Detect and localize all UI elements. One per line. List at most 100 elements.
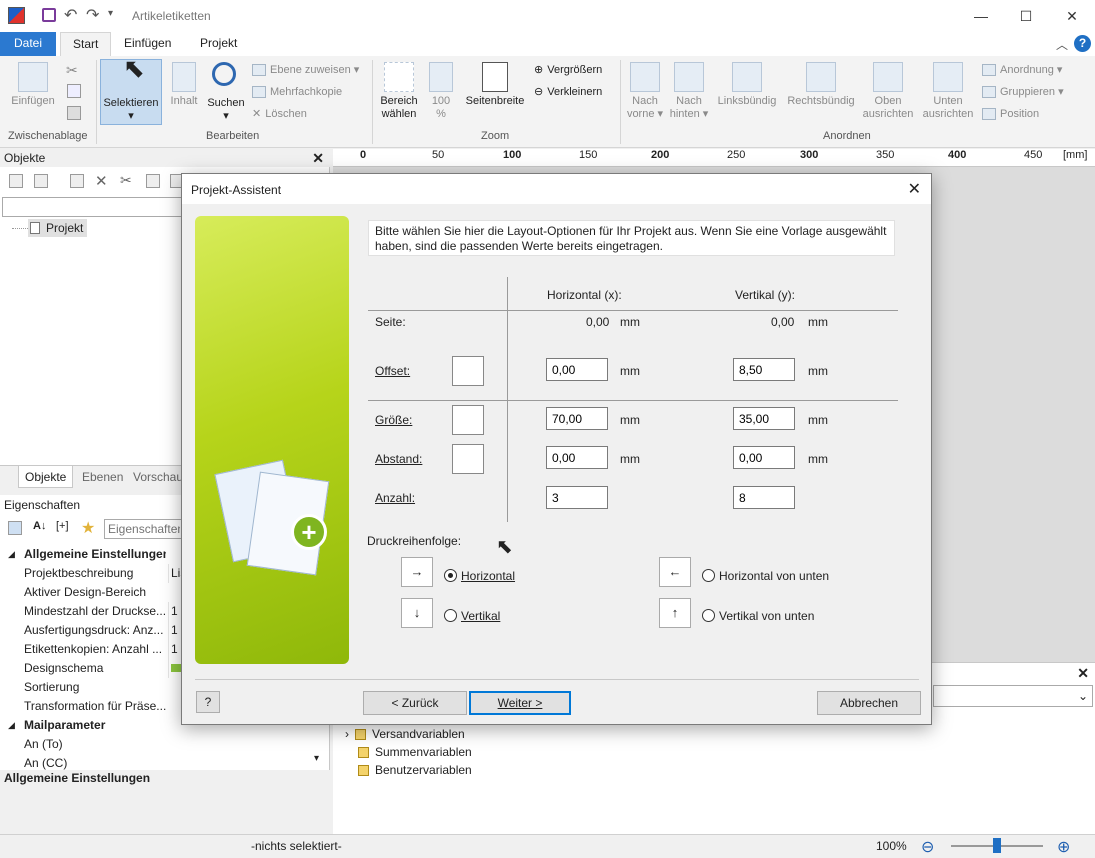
tab-projekt[interactable]: Projekt [188, 32, 249, 56]
groesse-x-input[interactable] [546, 407, 608, 430]
ruler-label: 400 [948, 149, 967, 161]
assign-layer-button[interactable]: Ebene zuweisen ▾ [252, 60, 359, 80]
abstand-x-input[interactable] [546, 446, 608, 469]
send-back-button[interactable]: Nach hinten ▾ [668, 62, 710, 121]
favorite-icon[interactable]: ★ [81, 518, 95, 538]
scroll-down-icon[interactable]: ▾ [314, 753, 319, 764]
align-left-button[interactable]: Linksbündig [714, 62, 780, 108]
multi-copy-button[interactable]: Mehrfachkopie [252, 82, 342, 102]
zoom-in-icon[interactable]: ⊕ [1057, 837, 1070, 857]
unit-label: mm [620, 413, 640, 427]
align-bottom-button[interactable]: Unten ausrichten [918, 62, 978, 121]
align-top-button[interactable]: Oben ausrichten [860, 62, 916, 121]
delete-icon[interactable]: ✕ [95, 172, 108, 190]
unit-label: mm [808, 315, 828, 329]
tab-start[interactable]: Start [60, 32, 112, 56]
align-left-icon [732, 62, 762, 92]
zoom-out-icon[interactable]: ⊖ [921, 837, 934, 857]
offset-y-input[interactable] [733, 358, 795, 381]
tool-icon-3[interactable] [70, 174, 84, 188]
minimize-button[interactable]: — [958, 0, 1004, 32]
close-variables-icon[interactable]: ✕ [1077, 665, 1089, 682]
paste-button[interactable]: Einfügen [8, 62, 58, 108]
save-icon[interactable] [42, 8, 56, 22]
wizard-illustration: + [195, 216, 349, 664]
option-vertikal-unten-label[interactable]: Vertikal von unten [719, 609, 814, 623]
layer-icon [252, 64, 266, 77]
help-icon[interactable]: ? [1074, 35, 1091, 52]
select-area-button[interactable]: Bereich wählen [376, 62, 422, 121]
close-window-button[interactable]: ✕ [1049, 0, 1095, 32]
redo-icon[interactable]: ↷ [86, 5, 99, 25]
back-button[interactable]: < Zurück [363, 691, 467, 715]
tool-icon-2[interactable] [34, 174, 48, 188]
collapse-ribbon-icon[interactable]: ︿ [1056, 36, 1068, 53]
tab-objekte[interactable]: Objekte [18, 466, 74, 488]
undo-icon[interactable]: ↶ [64, 5, 77, 25]
add-icon: + [291, 514, 327, 550]
close-dialog-icon[interactable]: ✕ [908, 179, 921, 199]
select-button[interactable]: ⬉ Selektieren ▾ [100, 55, 162, 125]
copy-icon[interactable] [146, 174, 160, 188]
radio-vertikal[interactable] [444, 609, 457, 622]
variable-item[interactable]: Summenvariablen [358, 743, 472, 761]
zoom-100-icon [429, 62, 453, 92]
group-bearbeiten: Bearbeiten [206, 130, 260, 142]
radio-horizontal[interactable] [444, 569, 457, 582]
properties-search-input[interactable] [104, 519, 184, 539]
column-header-vertical: Vertikal (y): [735, 288, 796, 302]
zoom-out-button[interactable]: ⊖ Verkleinern [534, 82, 602, 102]
objects-panel-title: Objekte ✕ [0, 149, 330, 167]
position-button[interactable]: Position [982, 104, 1039, 124]
tool-icon-1[interactable] [9, 174, 23, 188]
content-button[interactable]: Inhalt [166, 62, 202, 108]
ruler-label: 350 [876, 149, 895, 161]
option-vertikal-label[interactable]: Vertikal [461, 609, 500, 623]
property-row[interactable]: An (To) [0, 735, 330, 754]
zoom-in-button[interactable]: ⊕ Vergrößern [534, 60, 602, 80]
cut-icon[interactable]: ✂ [66, 62, 78, 79]
variables-filter[interactable]: ⌄ [933, 685, 1093, 707]
zoom-slider-thumb[interactable] [993, 838, 1001, 853]
variable-item[interactable]: › Versandvariablen [345, 725, 465, 743]
arrangement-icon [982, 64, 996, 77]
anzahl-y-input[interactable] [733, 486, 795, 509]
tab-vorschau[interactable]: Vorschau [127, 466, 189, 488]
maximize-button[interactable]: ☐ [1003, 0, 1049, 32]
page-width-button[interactable]: Seitenbreite [462, 62, 528, 108]
arrangement-button[interactable]: Anordnung ▾ [982, 60, 1062, 80]
cancel-button[interactable]: Abbrechen [817, 691, 921, 715]
anzahl-x-input[interactable] [546, 486, 608, 509]
property-row[interactable]: An (CC) [0, 754, 330, 772]
option-horizontal-unten-label[interactable]: Horizontal von unten [719, 569, 829, 583]
close-panel-icon[interactable]: ✕ [312, 149, 324, 167]
offset-x-input[interactable] [546, 358, 608, 381]
chevron-down-icon: ⌄ [1077, 689, 1088, 703]
categorized-icon[interactable] [8, 521, 22, 535]
group-zoom: Zoom [481, 130, 510, 142]
tab-datei[interactable]: Datei [0, 32, 56, 56]
option-horizontal-label[interactable]: Horizontal [461, 569, 515, 583]
zoom-100-button[interactable]: 100% [424, 62, 458, 121]
copy-icon[interactable] [67, 84, 81, 98]
variable-item[interactable]: Benutzervariablen [358, 761, 472, 779]
print-order-label: Druckreihenfolge: [367, 534, 462, 548]
abstand-y-input[interactable] [733, 446, 795, 469]
group-button[interactable]: Gruppieren ▾ [982, 82, 1064, 102]
groesse-y-input[interactable] [733, 407, 795, 430]
search-button[interactable]: Suchen ▾ [204, 60, 248, 123]
delete-button[interactable]: ✕ Löschen [252, 104, 307, 124]
expand-icon[interactable]: [+] [56, 520, 69, 532]
sort-az-icon[interactable]: A↓ [33, 520, 46, 532]
tab-ebenen[interactable]: Ebenen [76, 466, 129, 488]
bring-front-button[interactable]: Nach vorne ▾ [624, 62, 666, 121]
next-button[interactable]: Weiter > [469, 691, 571, 715]
align-right-button[interactable]: Rechtsbündig [784, 62, 858, 108]
radio-horizontal-von-unten[interactable] [702, 569, 715, 582]
tree-item-projekt[interactable]: Projekt [28, 219, 88, 237]
cut-icon[interactable]: ✂ [120, 172, 132, 189]
quick-access-dropdown-icon[interactable]: ▾ [108, 8, 113, 19]
format-painter-icon[interactable] [67, 106, 81, 120]
radio-vertikal-von-unten[interactable] [702, 609, 715, 622]
help-button[interactable]: ? [196, 691, 220, 713]
